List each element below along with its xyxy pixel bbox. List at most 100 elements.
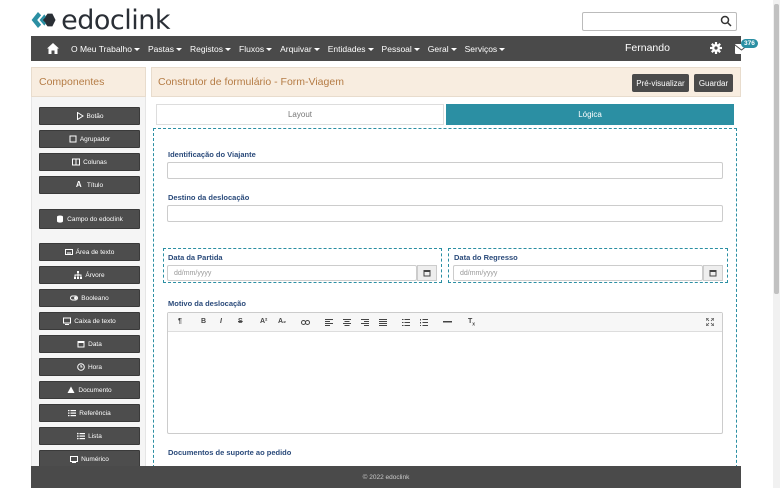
- gear-icon[interactable]: [710, 42, 722, 54]
- destination-label: Destino da deslocação: [168, 193, 250, 202]
- component-label: Data: [88, 340, 102, 348]
- clear-format-icon[interactable]: Tx: [468, 318, 475, 327]
- textbox-icon: [63, 317, 72, 325]
- database-icon: [57, 215, 64, 223]
- fullscreen-icon[interactable]: [706, 318, 714, 326]
- destination-field[interactable]: [167, 205, 723, 222]
- editor-toolbar: ¶ B I S A² A₂ Tx: [168, 313, 722, 332]
- component-title[interactable]: A Título: [39, 176, 140, 194]
- link-icon[interactable]: [301, 319, 310, 326]
- rich-text-editor[interactable]: ¶ B I S A² A₂ Tx: [167, 312, 723, 434]
- component-label: Caixa de texto: [74, 317, 116, 325]
- component-label: Botão: [86, 112, 104, 120]
- list-ul-icon: [77, 432, 86, 440]
- departure-calendar-button[interactable]: [417, 265, 437, 281]
- component-list[interactable]: Lista: [39, 427, 140, 445]
- align-right-icon[interactable]: [361, 319, 369, 326]
- list-ul-icon[interactable]: [402, 319, 410, 326]
- footer: © 2022 edoclink: [31, 466, 741, 488]
- square-icon: [69, 135, 77, 143]
- traveler-label: Identificação do Viajante: [168, 150, 256, 159]
- component-textbox[interactable]: Caixa de texto: [39, 312, 140, 330]
- return-label: Data do Regresso: [454, 253, 518, 262]
- align-left-icon[interactable]: [325, 319, 333, 326]
- tab-logica[interactable]: Lógica: [446, 104, 734, 125]
- list-ol-icon[interactable]: [420, 319, 428, 326]
- numeric-icon: [70, 456, 79, 463]
- nav-item-pastas[interactable]: Pastas: [148, 44, 190, 54]
- font-icon: A: [75, 180, 82, 189]
- component-date[interactable]: Data: [39, 335, 140, 353]
- component-label: Hora: [87, 363, 103, 371]
- brand-name: edoclink: [61, 4, 170, 36]
- align-center-icon[interactable]: [343, 319, 351, 326]
- search-input[interactable]: [583, 15, 713, 32]
- departure-label: Data da Partida: [168, 253, 223, 262]
- edoclink-logo-icon: [31, 12, 56, 28]
- list-icon: [68, 410, 77, 417]
- nav-item-arquivar[interactable]: Arquivar: [280, 44, 328, 54]
- return-calendar-button[interactable]: [703, 265, 723, 281]
- preview-button[interactable]: Pré-visualizar: [632, 74, 689, 92]
- page-title: Construtor de formulário - Form-Viagem: [158, 76, 344, 88]
- mail-count-badge: 376: [741, 39, 758, 48]
- home-icon[interactable]: [43, 41, 63, 57]
- traveler-field[interactable]: [167, 162, 723, 179]
- component-reference[interactable]: Referência: [39, 404, 140, 422]
- align-justify-icon[interactable]: [379, 319, 387, 326]
- subscript-button[interactable]: A₂: [278, 318, 286, 325]
- nav-item-registos[interactable]: Registos: [190, 44, 239, 54]
- scrollbar-thumb[interactable]: [774, 4, 779, 294]
- page-scrollbar[interactable]: [773, 0, 780, 488]
- columns-icon: [72, 158, 81, 166]
- search-icon[interactable]: [720, 15, 732, 27]
- docs-label: Documentos de suporte ao pedido: [168, 448, 292, 457]
- component-label: Área de texto: [75, 248, 115, 256]
- tab-layout[interactable]: Layout: [156, 104, 444, 125]
- play-icon: [76, 112, 84, 120]
- paragraph-icon[interactable]: ¶: [178, 318, 182, 325]
- user-name[interactable]: Fernando: [625, 42, 670, 54]
- component-tree[interactable]: Árvore: [39, 266, 140, 284]
- save-button[interactable]: Guardar: [694, 74, 733, 92]
- clock-icon: [77, 363, 85, 371]
- component-button[interactable]: Botão: [39, 107, 140, 125]
- component-label: Referência: [79, 409, 111, 417]
- component-edoclink-field[interactable]: Campo do edoclink: [39, 209, 140, 229]
- component-document[interactable]: Documento: [39, 381, 140, 399]
- horizontal-rule-icon[interactable]: [443, 321, 452, 323]
- nav-item-servicos[interactable]: Serviços: [465, 44, 514, 54]
- nav-item-fluxos[interactable]: Fluxos: [239, 44, 280, 54]
- edoclink-logo[interactable]: edoclink: [30, 4, 170, 36]
- italic-button[interactable]: I: [220, 318, 222, 325]
- component-label: Booleano: [81, 294, 109, 302]
- reason-label: Motivo da deslocação: [168, 299, 246, 308]
- document-icon: [67, 386, 75, 393]
- bold-button[interactable]: B: [201, 318, 206, 325]
- calendar-icon: [77, 341, 85, 348]
- calendar-icon: [709, 270, 717, 277]
- departure-date-input[interactable]: dd/mm/yyyy: [167, 265, 417, 281]
- sitemap-icon: [74, 271, 83, 279]
- toggle-icon: [70, 295, 79, 301]
- strike-button[interactable]: S: [238, 318, 243, 325]
- superscript-button[interactable]: A²: [260, 318, 267, 325]
- component-time[interactable]: Hora: [39, 358, 140, 376]
- component-label: Árvore: [85, 271, 105, 279]
- component-boolean[interactable]: Booleano: [39, 289, 140, 307]
- nav-item-o-meu-trabalho[interactable]: O Meu Trabalho: [71, 44, 148, 54]
- component-textarea[interactable]: Área de texto: [39, 243, 140, 261]
- component-label: Numérico: [81, 455, 109, 463]
- nav-item-pessoal[interactable]: Pessoal: [382, 44, 428, 54]
- nav-item-geral[interactable]: Geral: [428, 44, 465, 54]
- nav-item-entidades[interactable]: Entidades: [328, 44, 382, 54]
- search-box[interactable]: [582, 12, 737, 32]
- return-date-input[interactable]: dd/mm/yyyy: [453, 265, 703, 281]
- component-label: Lista: [88, 432, 102, 440]
- component-label: Colunas: [83, 158, 107, 166]
- main-navbar: O Meu Trabalho Pastas Registos Fluxos Ar…: [31, 36, 758, 61]
- component-label: Título: [86, 181, 104, 189]
- component-grouper[interactable]: Agrupador: [39, 130, 140, 148]
- component-columns[interactable]: Colunas: [39, 153, 140, 171]
- keyboard-icon: [64, 249, 73, 255]
